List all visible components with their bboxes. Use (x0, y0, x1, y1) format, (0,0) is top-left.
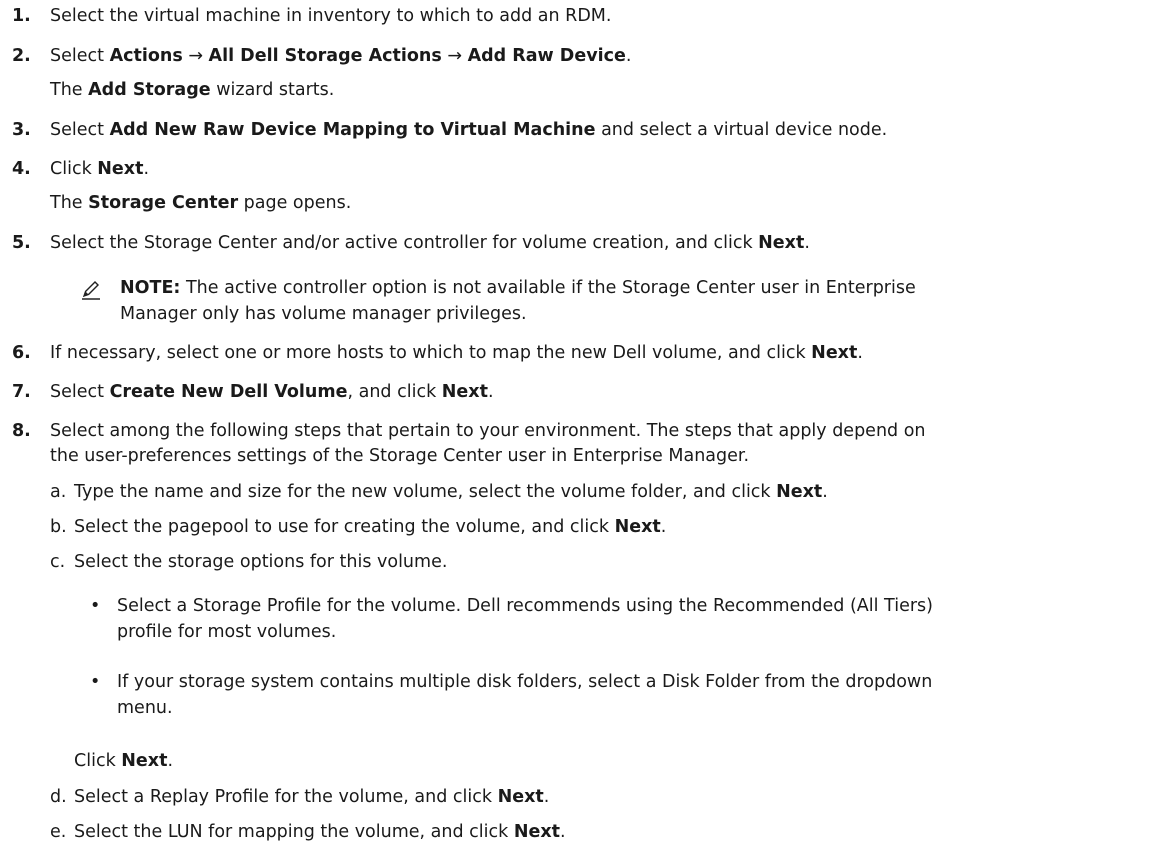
bullet-dot: • (90, 596, 101, 616)
text-run: page opens. (238, 193, 352, 213)
text-run: If necessary, select one or more hosts t… (50, 343, 812, 363)
text-run: wizard starts. (210, 80, 335, 100)
text-run: . (804, 233, 810, 253)
step-number: 4. (12, 159, 31, 179)
substep-letter: e. (50, 822, 67, 842)
text-run: Select (50, 120, 110, 140)
text-run: . (625, 46, 632, 66)
arrow-separator: → (441, 46, 468, 66)
substep-text: Select a Replay Profile for the volume, … (74, 785, 549, 809)
step-result-text: The Storage Center page opens. (50, 191, 351, 215)
step-number: 6. (12, 343, 31, 363)
substep-text: Type the name and size for the new volum… (74, 480, 828, 504)
text-run: Select (50, 46, 110, 66)
ui-term-add-storage: Add Storage (88, 80, 211, 100)
ui-term-create-new-dell-volume: Create New Dell Volume (109, 382, 348, 402)
step-number: 7. (12, 382, 31, 402)
ui-term-next: Next (497, 787, 544, 807)
text-run: and select a virtual device node. (595, 120, 888, 140)
text-run: The (50, 193, 89, 213)
text-run: Click (74, 751, 122, 771)
text-run: . (167, 751, 174, 771)
ui-term-next: Next (97, 159, 144, 179)
text-run: Select a Replay Profile for the volume, … (74, 787, 498, 807)
text-run: Select the pagepool to use for creating … (74, 517, 615, 537)
text-run: . (143, 159, 150, 179)
step-result-text: The Add Storage wizard starts. (50, 78, 334, 102)
step-text-line-2: the user-preferences settings of the Sto… (50, 446, 750, 466)
step-number: 5. (12, 233, 31, 253)
click-next-text: Click Next. (74, 749, 173, 773)
step-text-line-1: Select among the following steps that pe… (50, 421, 926, 441)
ui-term-add-raw-device: Add Raw Device (467, 46, 626, 66)
pencil-icon (80, 278, 102, 300)
text-run: The (50, 80, 89, 100)
substep-text: Select the pagepool to use for creating … (74, 515, 666, 539)
arrow-separator: → (182, 46, 209, 66)
step-number: 3. (12, 120, 31, 140)
bullet-text-line-2: profile for most volumes. (117, 622, 337, 642)
text-run: . (857, 343, 863, 363)
ui-term-next: Next (758, 233, 805, 253)
substep-letter: d. (50, 787, 67, 807)
ui-term-next: Next (776, 482, 823, 502)
text-run: Select the LUN for mapping the volume, a… (74, 822, 514, 842)
text-run: Type the name and size for the new volum… (74, 482, 777, 502)
bullet-text-line-2: menu. (117, 698, 173, 718)
note-line-1: NOTE: The active controller option is no… (120, 276, 1140, 300)
step-number: 1. (12, 6, 31, 26)
ui-term-next: Next (513, 822, 560, 842)
ui-term-actions: Actions (109, 46, 183, 66)
text-run: . (543, 787, 550, 807)
note-label: NOTE: (120, 278, 181, 298)
bullet-text-line-1: Select a Storage Profile for the volume.… (117, 596, 933, 616)
text-run: Select the Storage Center and/or active … (50, 233, 759, 253)
ui-term-storage-center: Storage Center (88, 193, 239, 213)
note-line-2: Manager only has volume manager privileg… (120, 304, 527, 324)
bullet-text-line-1: If your storage system contains multiple… (117, 672, 933, 692)
text-run: Click (50, 159, 98, 179)
ui-term-next: Next (121, 751, 168, 771)
text-run: Select (50, 382, 110, 402)
text-run: . (487, 382, 494, 402)
step-text: Select the virtual machine in inventory … (50, 6, 612, 26)
ui-term-next: Next (441, 382, 488, 402)
substep-letter: c. (50, 552, 66, 572)
text-run: . (660, 517, 667, 537)
bullet-dot: • (90, 672, 101, 692)
ui-term-next: Next (811, 343, 858, 363)
ui-term-next: Next (614, 517, 661, 537)
step-text: Click Next. (50, 157, 149, 181)
text-run: . (822, 482, 828, 502)
substep-letter: b. (50, 517, 67, 537)
step-number: 2. (12, 46, 31, 66)
step-number: 8. (12, 421, 31, 441)
step-text: Select the Storage Center and/or active … (50, 231, 810, 255)
substep-letter: a. (50, 482, 67, 502)
text-run: . (559, 822, 566, 842)
ui-term-all-dell-storage-actions: All Dell Storage Actions (208, 46, 442, 66)
substep-text: Select the LUN for mapping the volume, a… (74, 820, 566, 844)
step-text: Select Add New Raw Device Mapping to Vir… (50, 118, 887, 142)
substep-text: Select the storage options for this volu… (74, 552, 448, 572)
step-text: If necessary, select one or more hosts t… (50, 341, 863, 365)
text-run: , and click (347, 382, 442, 402)
step-text: Select Create New Dell Volume, and click… (50, 380, 494, 404)
step-text: Select Actions → All Dell Storage Action… (50, 44, 631, 68)
text-run: The active controller option is not avai… (180, 278, 916, 298)
ui-term-add-new-rdm: Add New Raw Device Mapping to Virtual Ma… (109, 120, 596, 140)
